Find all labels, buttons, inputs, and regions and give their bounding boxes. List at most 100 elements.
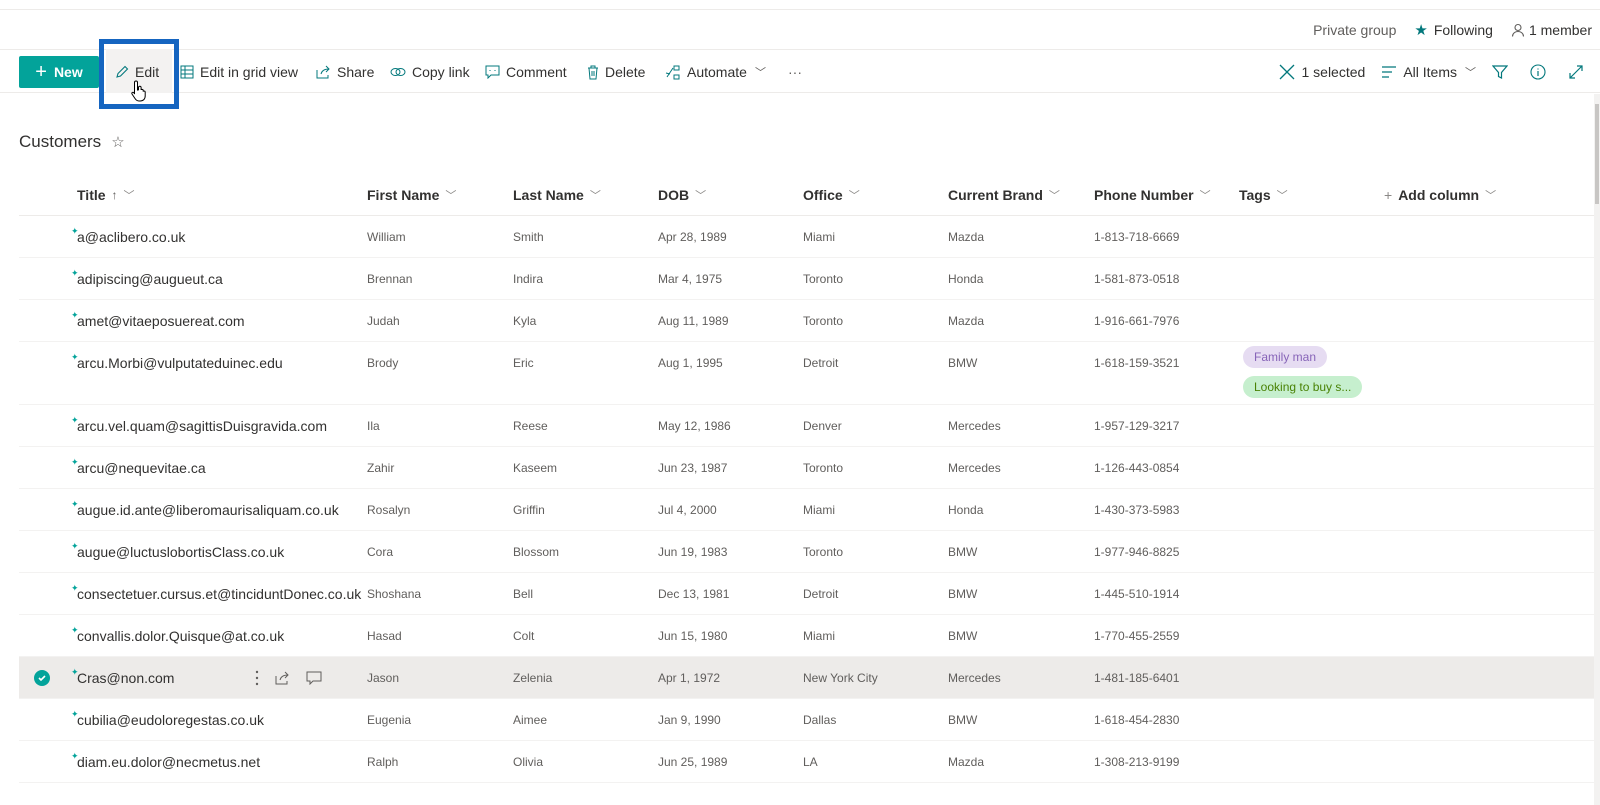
tag-pill[interactable]: Looking to buy s... [1243,376,1363,398]
table-row[interactable]: ✦ consectetuer.cursus.et@tinciduntDonec.c… [19,573,1594,615]
view-selector[interactable]: All Items ﹀ [1381,64,1476,80]
cell-title[interactable]: arcu@nequevitae.ca [77,447,206,489]
delete-button[interactable]: Delete [587,51,645,93]
add-column-button[interactable]: + Add column ﹀ [1384,174,1496,216]
chevron-down-icon: ﹀ [123,190,135,202]
table-row[interactable]: ✦ adipiscing@augueut.ca Brennan Indira Mar 4… [19,258,1594,300]
comment-button[interactable]: Comment [485,51,567,93]
table-row[interactable]: ✦ augue@luctuslobortisClass.co.uk Cora Blos… [19,531,1594,573]
table-row[interactable]: ✦ a@aclibero.co.uk William Smith Apr 28, 198… [19,216,1594,258]
column-dob-label: DOB [658,187,690,203]
cell-title[interactable]: arcu.Morbi@vulputateduinec.edu [77,342,283,384]
follow-button[interactable]: ★ Following [1414,21,1493,39]
column-header-first-name[interactable]: First Name ﹀ [367,174,456,216]
cell-title[interactable]: convallis.dolor.Quisque@at.co.uk [77,615,284,657]
cell-last-name: Griffin [513,503,545,517]
table-row[interactable]: ✦ amet@vitaeposuereat.com Judah Kyla Aug 11,… [19,300,1594,342]
cell-brand: BMW [948,713,978,727]
more-button[interactable]: ··· [788,51,802,93]
fullscreen-button[interactable] [1568,64,1590,80]
table-row[interactable]: ✦ cubilia@eudoloregestas.co.uk Eugenia Aime… [19,699,1594,741]
tag-pill[interactable]: Family man [1243,346,1328,368]
filter-button[interactable] [1492,64,1514,80]
column-header-title[interactable]: Title ↑ ﹀ [77,174,135,216]
chevron-down-icon: ﹀ [445,190,457,202]
cell-title[interactable]: consectetuer.cursus.et@tinciduntDonec.co… [77,573,361,615]
more-vertical-icon[interactable] [255,670,259,686]
info-button[interactable] [1530,64,1552,80]
share-icon[interactable] [275,671,290,685]
cell-dob: Jun 25, 1989 [658,755,728,769]
cell-phone: 1-813-718-6669 [1094,230,1180,244]
command-bar-right: 1 selected All Items ﹀ [1279,51,1600,93]
column-header-phone[interactable]: Phone Number ﹀ [1094,174,1211,216]
column-header-office[interactable]: Office ﹀ [803,174,860,216]
top-strip [0,0,1600,10]
cell-dob: Jun 23, 1987 [658,461,728,475]
cell-title[interactable]: cubilia@eudoloregestas.co.uk [77,699,264,741]
chevron-down-icon: ﹀ [1048,190,1060,202]
table-row[interactable]: ✦ augue.id.ante@liberomaurisaliquam.co.uk… [19,489,1594,531]
cell-title[interactable]: a@aclibero.co.uk [77,216,185,258]
column-phone-label: Phone Number [1094,187,1194,203]
automate-button[interactable]: Automate ﹀ [665,51,766,93]
edit-label: Edit [135,64,160,80]
column-brand-label: Current Brand [948,187,1043,203]
cell-brand: Mazda [948,314,985,328]
favorite-star-icon[interactable]: ☆ [111,133,124,151]
column-header-last-name[interactable]: Last Name ﹀ [513,174,601,216]
cell-first-name: Brody [367,356,399,370]
row-actions [255,657,338,699]
cell-first-name: Judah [367,314,400,328]
list-body: ✦ a@aclibero.co.uk William Smith Apr 28, 198… [19,216,1594,783]
cell-first-name: Jason [367,671,400,685]
close-icon [1279,64,1295,80]
vertical-scrollbar[interactable] [1594,94,1600,805]
cell-title[interactable]: Cras@non.com [77,657,174,699]
cell-title[interactable]: adipiscing@augueut.ca [77,258,223,300]
column-header-tags[interactable]: Tags ﹀ [1239,174,1288,216]
cell-title[interactable]: amet@vitaeposuereat.com [77,300,245,342]
column-header-dob[interactable]: DOB ﹀ [658,174,706,216]
chevron-down-icon: ﹀ [1276,190,1288,202]
new-button[interactable]: + New [19,56,99,88]
cell-title[interactable]: arcu.vel.quam@sagittisDuisgravida.com [77,405,327,447]
cell-first-name: William [367,230,406,244]
cell-first-name: Brennan [367,272,413,286]
cell-title[interactable]: augue.id.ante@liberomaurisaliquam.co.uk [77,489,339,531]
table-row[interactable]: ✦ arcu@nequevitae.ca Zahir Kaseem Jun 23, 19… [19,447,1594,489]
cell-brand: BMW [948,629,978,643]
privacy-label: Private group [1313,21,1397,38]
column-header-brand[interactable]: Current Brand ﹀ [948,174,1060,216]
cell-last-name: Bell [513,587,534,601]
cell-office: Miami [803,503,835,517]
row-selected-check-icon[interactable] [34,670,50,686]
share-button[interactable]: Share [316,51,374,93]
cell-first-name: Zahir [367,461,395,475]
cell-phone: 1-618-159-3521 [1094,356,1180,370]
cell-title[interactable]: diam.eu.dolor@necmetus.net [77,741,260,783]
table-row[interactable]: ✦ arcu.Morbi@vulputateduinec.edu Brody Eric… [19,342,1594,405]
table-row[interactable]: ✦ diam.eu.dolor@necmetus.net Ralph Olivia Ju… [19,741,1594,783]
members-button[interactable]: 1 member [1511,22,1592,38]
list-view-icon [1381,66,1397,78]
table-row[interactable]: ✦ arcu.vel.quam@sagittisDuisgravida.com Il… [19,405,1594,447]
table-row[interactable]: ✦ convallis.dolor.Quisque@at.co.uk Hasad Co… [19,615,1594,657]
scrollbar-thumb[interactable] [1595,104,1599,204]
cell-office: Dallas [803,713,837,727]
cell-title[interactable]: augue@luctuslobortisClass.co.uk [77,531,284,573]
following-label: Following [1433,21,1493,38]
edit-grid-view-button[interactable]: Edit in grid view [180,51,298,93]
copy-link-button[interactable]: Copy link [390,51,470,93]
table-row[interactable]: ✦ Cras@non.com Jason Zelenia Apr 1, 1972 New … [19,657,1594,699]
command-bar: + New Edit Edit in grid view Share Copy … [0,49,1600,93]
cell-last-name: Smith [513,230,544,244]
cell-brand: BMW [948,356,978,370]
cell-last-name: Aimee [513,713,548,727]
person-icon [1511,23,1525,37]
cell-dob: Mar 4, 1975 [658,272,723,286]
cell-first-name: Hasad [367,629,402,643]
clear-selection-button[interactable]: 1 selected [1279,64,1365,80]
group-info-bar: Private group ★ Following 1 member [0,10,1600,50]
comment-icon[interactable] [306,671,322,685]
